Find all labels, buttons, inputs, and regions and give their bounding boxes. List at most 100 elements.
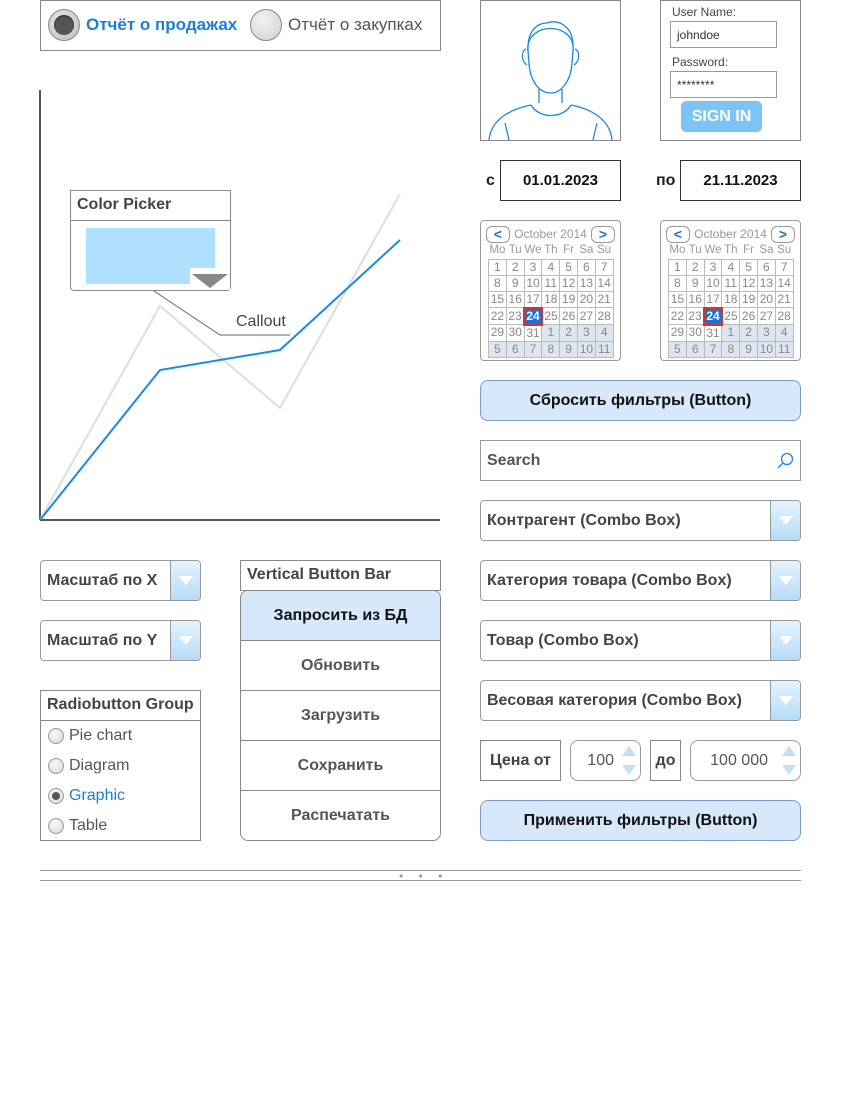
product-category-combo[interactable]: Категория товара (Combo Box): [480, 560, 801, 601]
calendar-day[interactable]: 10: [523, 274, 543, 292]
radio-icon[interactable]: [48, 758, 64, 774]
calendar-day[interactable]: 8: [721, 340, 741, 358]
calendar-day[interactable]: 2: [559, 324, 578, 342]
calendar-day[interactable]: 12: [739, 274, 758, 292]
radio-icon[interactable]: [48, 728, 64, 744]
date-to-input[interactable]: 21.11.2023: [680, 160, 801, 201]
price-from-stepper[interactable]: 100: [570, 740, 641, 781]
combo-arrow[interactable]: [770, 501, 800, 540]
calendar-day[interactable]: 30: [505, 324, 525, 342]
price-to-stepper[interactable]: 100 000: [690, 740, 801, 781]
save-button[interactable]: Сохранить: [241, 741, 440, 791]
calendar-day[interactable]: 17: [703, 290, 723, 308]
calendar-day[interactable]: 2: [685, 258, 705, 276]
search-icon[interactable]: [776, 452, 794, 470]
radio-graphic[interactable]: Graphic: [48, 787, 125, 805]
tab-purchase-report[interactable]: Отчёт о закупках: [250, 9, 422, 41]
calendar-day[interactable]: 26: [739, 307, 758, 325]
prev-month-icon[interactable]: <: [486, 225, 510, 243]
calendar-day[interactable]: 3: [523, 258, 543, 276]
stepper-up-icon[interactable]: [622, 746, 636, 756]
sign-in-button[interactable]: SIGN IN: [681, 101, 762, 132]
calendar-day[interactable]: 1: [488, 258, 507, 276]
calendar-day[interactable]: 28: [774, 307, 794, 325]
calendar-day[interactable]: 6: [756, 258, 776, 276]
calendar-day[interactable]: 3: [576, 324, 596, 342]
date-from-input[interactable]: 01.01.2023: [500, 160, 621, 201]
calendar-day[interactable]: 7: [703, 340, 723, 358]
calendar-day[interactable]: 30: [685, 324, 705, 342]
calendar-day[interactable]: 5: [739, 258, 758, 276]
calendar-day[interactable]: 5: [559, 258, 578, 276]
stepper-down-icon[interactable]: [782, 765, 796, 775]
stepper-down-icon[interactable]: [622, 765, 636, 775]
calendar-day[interactable]: 11: [774, 340, 794, 358]
calendar-day[interactable]: 2: [505, 258, 525, 276]
calendar-day[interactable]: 25: [721, 307, 741, 325]
next-month-icon[interactable]: >: [771, 225, 795, 243]
calendar-day[interactable]: 7: [594, 258, 614, 276]
calendar-day[interactable]: 11: [594, 340, 614, 358]
calendar-day[interactable]: 11: [721, 274, 741, 292]
calendar-day[interactable]: 25: [541, 307, 561, 325]
radio-table[interactable]: Table: [48, 817, 107, 835]
calendar-day[interactable]: 5: [668, 340, 687, 358]
radio-icon[interactable]: [48, 788, 64, 804]
calendar-day[interactable]: 20: [756, 290, 776, 308]
calendar-day[interactable]: 4: [541, 258, 561, 276]
reset-filters-button[interactable]: Сбросить фильтры (Button): [480, 380, 801, 421]
username-input[interactable]: johndoe: [670, 21, 777, 48]
calendar-day[interactable]: 11: [541, 274, 561, 292]
calendar-day[interactable]: 22: [488, 307, 507, 325]
next-month-icon[interactable]: >: [591, 225, 615, 243]
calendar-day[interactable]: 6: [685, 340, 705, 358]
calendar-day[interactable]: 22: [668, 307, 687, 325]
calendar-day[interactable]: 31: [703, 324, 723, 342]
print-button[interactable]: Распечатать: [241, 791, 440, 840]
calendar-day[interactable]: 14: [774, 274, 794, 292]
calendar-day[interactable]: 24: [523, 306, 543, 326]
query-db-button[interactable]: Запросить из БД: [241, 591, 440, 641]
combo-arrow[interactable]: [770, 561, 800, 600]
scale-x-arrow[interactable]: [170, 561, 200, 600]
calendar-day[interactable]: 19: [559, 290, 578, 308]
calendar-day[interactable]: 29: [488, 324, 507, 342]
prev-month-icon[interactable]: <: [666, 225, 690, 243]
tab-sales-report[interactable]: Отчёт о продажах: [48, 9, 237, 41]
calendar-day[interactable]: 15: [488, 290, 507, 308]
calendar-day[interactable]: 10: [576, 340, 596, 358]
calendar-day[interactable]: 31: [523, 324, 543, 342]
calendar-day[interactable]: 18: [721, 290, 741, 308]
calendar-day[interactable]: 15: [668, 290, 687, 308]
calendar-day[interactable]: 29: [668, 324, 687, 342]
radio-diagram[interactable]: Diagram: [48, 757, 129, 775]
refresh-button[interactable]: Обновить: [241, 641, 440, 691]
calendar-day[interactable]: 4: [721, 258, 741, 276]
calendar-day[interactable]: 10: [756, 340, 776, 358]
calendar-day[interactable]: 1: [668, 258, 687, 276]
calendar-day[interactable]: 19: [739, 290, 758, 308]
calendar-day[interactable]: 14: [594, 274, 614, 292]
purchase-report-radio[interactable]: [250, 9, 282, 41]
calendar-day[interactable]: 12: [559, 274, 578, 292]
calendar-day[interactable]: 1: [721, 324, 741, 342]
stepper-up-icon[interactable]: [782, 746, 796, 756]
calendar-day[interactable]: 23: [505, 307, 525, 325]
calendar-day[interactable]: 18: [541, 290, 561, 308]
calendar-day[interactable]: 24: [703, 306, 723, 326]
scale-y-arrow[interactable]: [170, 621, 200, 660]
calendar-day[interactable]: 8: [488, 274, 507, 292]
calendar-day[interactable]: 1: [541, 324, 561, 342]
calendar-day[interactable]: 26: [559, 307, 578, 325]
apply-filters-button[interactable]: Применить фильтры (Button): [480, 800, 801, 841]
calendar-day[interactable]: 8: [668, 274, 687, 292]
calendar-day[interactable]: 13: [576, 274, 596, 292]
calendar-day[interactable]: 3: [703, 258, 723, 276]
color-picker-dropdown-icon[interactable]: [192, 274, 228, 288]
calendar-day[interactable]: 6: [505, 340, 525, 358]
calendar-day[interactable]: 23: [685, 307, 705, 325]
calendar-day[interactable]: 9: [685, 274, 705, 292]
calendar-day[interactable]: 27: [576, 307, 596, 325]
color-picker[interactable]: [70, 220, 231, 291]
weight-category-combo[interactable]: Весовая категория (Combo Box): [480, 680, 801, 721]
